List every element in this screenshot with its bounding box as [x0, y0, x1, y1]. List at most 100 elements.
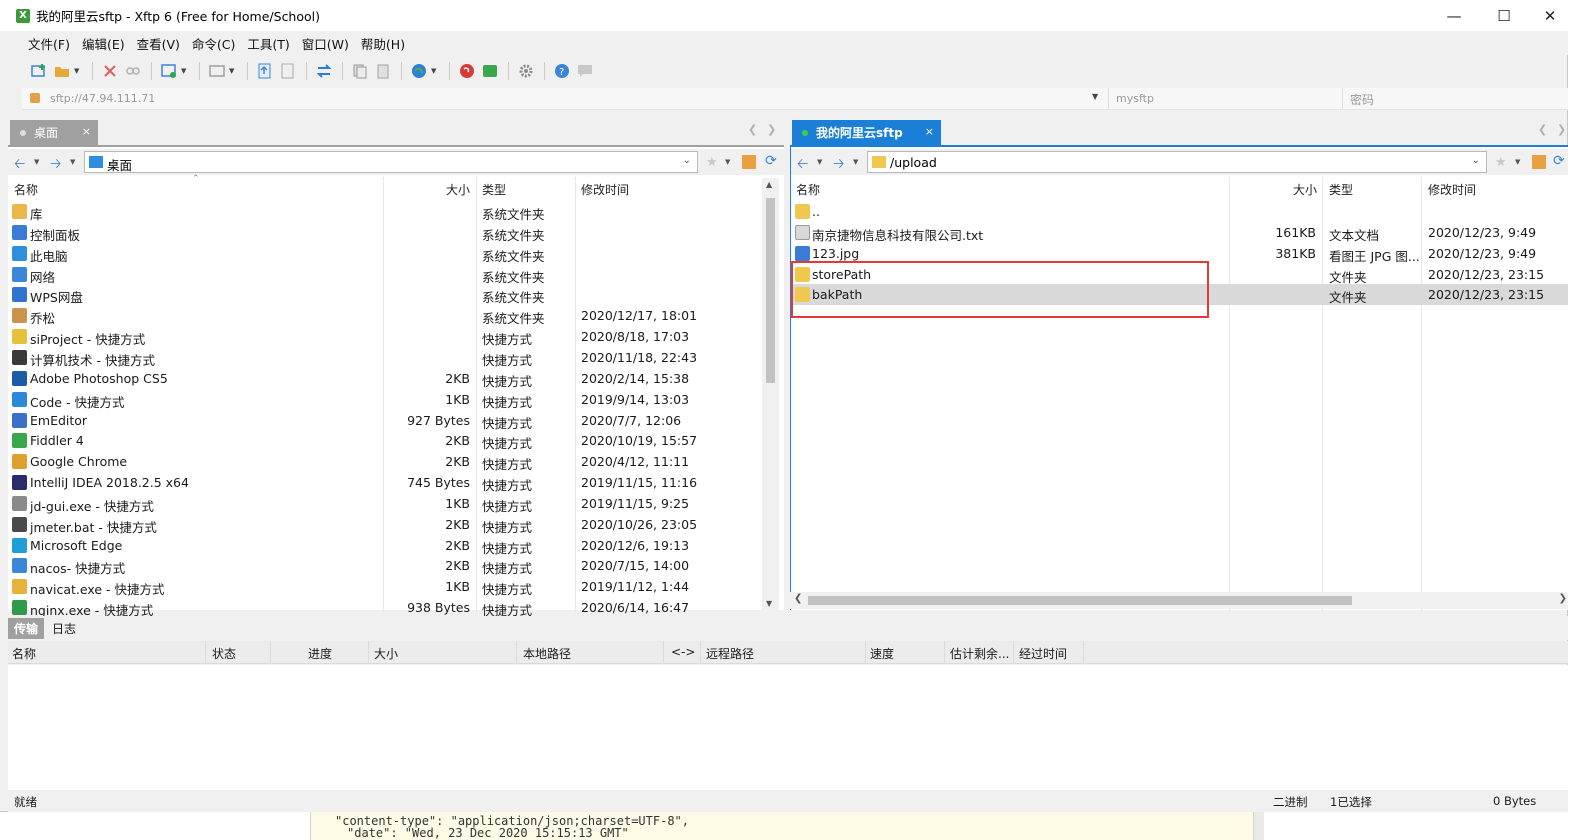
col-size-header[interactable]: 大小	[1293, 181, 1317, 198]
file-row[interactable]: Fiddler 4 2KB 快捷方式 2020/10/19, 15:57	[8, 430, 762, 451]
forward-dropdown-icon[interactable]: ▼	[853, 158, 858, 166]
local-path-input[interactable]: 桌面 ⌄	[84, 151, 698, 173]
back-dropdown-icon[interactable]: ▼	[817, 158, 822, 166]
scroll-thumb[interactable]	[766, 198, 775, 383]
home-icon[interactable]	[1532, 155, 1546, 169]
encoding-dropdown-icon[interactable]: ▼	[431, 67, 439, 75]
file-row[interactable]: Code - 快捷方式 1KB 快捷方式 2019/9/14, 13:03	[8, 389, 762, 410]
menu-tools[interactable]: 工具(T)	[241, 34, 295, 53]
close-tab-icon[interactable]: ×	[925, 125, 934, 138]
transfer-col-remote-path[interactable]: 远程路径	[706, 645, 754, 662]
file-row[interactable]: jmeter.bat - 快捷方式 2KB 快捷方式 2020/10/26, 23:0…	[8, 514, 762, 535]
menu-command[interactable]: 命令(C)	[186, 34, 241, 53]
reconnect-button[interactable]	[122, 60, 144, 82]
paste-button[interactable]	[372, 60, 394, 82]
disconnect-button[interactable]	[99, 60, 121, 82]
file-row[interactable]: IntelliJ IDEA 2018.2.5 x64 745 Bytes 快捷方式 2…	[8, 472, 762, 493]
file-row[interactable]: 乔松 系统文件夹 2020/12/17, 18:01	[8, 305, 762, 326]
remote-horizontal-scrollbar[interactable]: ❮ ❯	[790, 592, 1568, 609]
host-dropdown-icon[interactable]: ▼	[1092, 92, 1098, 101]
file-row[interactable]: siProject - 快捷方式 快捷方式 2020/8/18, 17:03	[8, 326, 762, 347]
col-name-header[interactable]: 名称	[796, 181, 820, 198]
home-icon[interactable]	[742, 155, 756, 169]
tab-log[interactable]: 日志	[46, 618, 82, 639]
transfer-col-status[interactable]: 状态	[212, 645, 236, 662]
copy-button[interactable]	[349, 60, 371, 82]
scroll-right-icon[interactable]: ❯	[1559, 593, 1567, 604]
tab-transfer[interactable]: 传输	[8, 618, 45, 639]
file-row[interactable]: Adobe Photoshop CS5 2KB 快捷方式 2020/2/14, 15:…	[8, 368, 762, 389]
download-button[interactable]	[277, 60, 299, 82]
tab-next-icon[interactable]: ❯	[767, 123, 776, 136]
transfer-col-size[interactable]: 大小	[374, 645, 398, 662]
file-row[interactable]: 控制面板 系统文件夹	[8, 222, 762, 243]
transfer-col-eta[interactable]: 估计剩余...	[950, 645, 1009, 662]
col-modified-header[interactable]: 修改时间	[1428, 181, 1476, 198]
refresh-icon[interactable]: ⟳	[1553, 153, 1567, 169]
col-size-header[interactable]: 大小	[446, 181, 470, 198]
file-row[interactable]: nacos- 快捷方式 2KB 快捷方式 2020/7/15, 14:00	[8, 555, 762, 576]
tab-prev-icon[interactable]: ❮	[748, 123, 757, 136]
menu-help[interactable]: 帮助(H)	[355, 34, 411, 53]
transfer-col-direction[interactable]: <->	[671, 645, 695, 659]
forward-arrow-icon[interactable]: 🡢	[50, 153, 61, 177]
back-arrow-icon[interactable]: 🡠	[14, 153, 25, 177]
host-address-field[interactable]: sftp://47.94.111.71	[50, 92, 155, 105]
file-row[interactable]: Microsoft Edge 2KB 快捷方式 2020/12/6, 19:13	[8, 535, 762, 556]
terminal-dropdown-icon[interactable]: ▼	[229, 67, 237, 75]
title-bar[interactable]: X 我的阿里云sftp - Xftp 6 (Free for Home/Scho…	[0, 0, 1568, 31]
scroll-left-icon[interactable]: ❮	[794, 593, 802, 604]
file-row[interactable]: navicat.exe - 快捷方式 1KB 快捷方式 2019/11/12, 1:4…	[8, 576, 762, 597]
favorite-star-icon[interactable]: ★	[706, 155, 720, 170]
favorite-dropdown-icon[interactable]: ▼	[1515, 158, 1520, 166]
menu-window[interactable]: 窗口(W)	[296, 34, 355, 53]
col-type-header[interactable]: 类型	[482, 181, 506, 198]
sync-button[interactable]	[313, 60, 335, 82]
col-modified-header[interactable]: 修改时间	[581, 181, 629, 198]
username-field[interactable]: mysftp	[1116, 92, 1154, 105]
transfer-mode-label[interactable]: 二进制	[1273, 794, 1308, 810]
options-button[interactable]	[515, 60, 537, 82]
file-row[interactable]: 此电脑 系统文件夹	[8, 243, 762, 264]
new-session-button[interactable]	[28, 60, 50, 82]
forward-dropdown-icon[interactable]: ▼	[70, 158, 75, 166]
transfer-col-name[interactable]: 名称	[12, 645, 36, 662]
path-dropdown-icon[interactable]: ⌄	[1472, 155, 1480, 166]
file-row[interactable]: 南京捷物信息科技有限公司.txt 161KB 文本文档 2020/12/23, 9:4…	[791, 222, 1568, 243]
file-row[interactable]: 网络 系统文件夹	[8, 264, 762, 285]
file-row[interactable]: jd-gui.exe - 快捷方式 1KB 快捷方式 2019/11/15, 9:25	[8, 493, 762, 514]
new-window-button[interactable]	[158, 60, 180, 82]
upload-button[interactable]	[254, 60, 276, 82]
scroll-up-icon[interactable]: ▲	[766, 180, 772, 189]
menu-edit[interactable]: 编辑(E)	[76, 34, 131, 53]
window-dropdown-icon[interactable]: ▼	[181, 67, 189, 75]
file-row[interactable]: nginx.exe - 快捷方式 938 Bytes 快捷方式 2020/6/14, …	[8, 597, 762, 618]
tab-prev-icon[interactable]: ❮	[1538, 123, 1547, 136]
back-dropdown-icon[interactable]: ▼	[34, 158, 39, 166]
transfer-col-progress[interactable]: 进度	[308, 645, 332, 662]
scroll-down-icon[interactable]: ▼	[766, 599, 772, 608]
tab-local-desktop[interactable]: 桌面 ×	[10, 120, 98, 145]
close-tab-icon[interactable]: ×	[82, 125, 91, 138]
encoding-button[interactable]	[408, 60, 430, 82]
favorite-star-icon[interactable]: ★	[1495, 155, 1509, 170]
transfer-col-elapsed[interactable]: 经过时间	[1019, 645, 1067, 662]
chat-button[interactable]	[574, 60, 596, 82]
transfer-col-local-path[interactable]: 本地路径	[523, 645, 571, 662]
col-type-header[interactable]: 类型	[1329, 181, 1353, 198]
terminal-button[interactable]	[206, 60, 228, 82]
menu-file[interactable]: 文件(F)	[22, 34, 76, 53]
file-row[interactable]: Google Chrome 2KB 快捷方式 2020/4/12, 11:11	[8, 451, 762, 472]
file-row[interactable]: 计算机技术 - 快捷方式 快捷方式 2020/11/18, 22:43	[8, 347, 762, 368]
file-row[interactable]: EmEditor 927 Bytes 快捷方式 2020/7/7, 12:06	[8, 410, 762, 431]
close-button[interactable]: ✕	[1527, 0, 1573, 31]
file-row[interactable]: 库 系统文件夹	[8, 201, 762, 222]
refresh-icon[interactable]: ⟳	[765, 153, 779, 169]
col-name-header[interactable]: 名称	[14, 181, 38, 198]
tab-remote-sftp[interactable]: 我的阿里云sftp ×	[792, 120, 941, 145]
xftp-button[interactable]	[479, 60, 501, 82]
xshell-button[interactable]	[456, 60, 478, 82]
transfer-col-speed[interactable]: 速度	[870, 645, 894, 662]
menu-view[interactable]: 查看(V)	[131, 34, 186, 53]
open-dropdown-icon[interactable]: ▼	[74, 67, 82, 75]
